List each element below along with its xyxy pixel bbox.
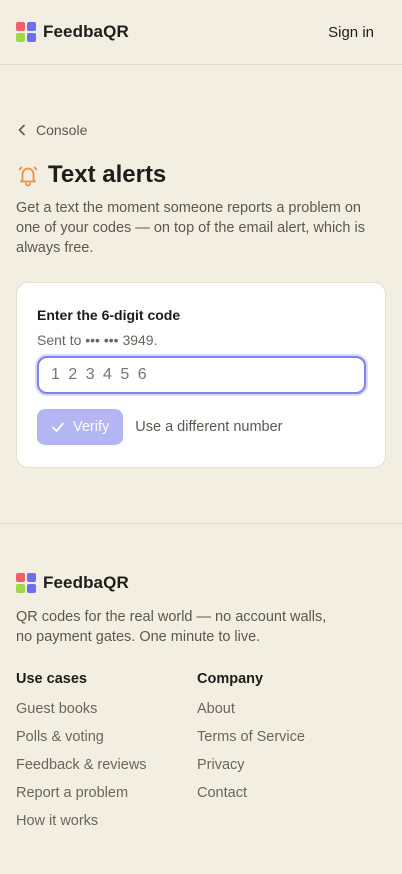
logo-icon [16, 22, 36, 42]
footer-link-guest-books[interactable]: Guest books [16, 699, 197, 719]
footer-column-heading: Use cases [16, 671, 87, 687]
footer-column-company: Company About Terms of Service Privacy C… [197, 671, 378, 831]
back-to-console-link[interactable]: Console [16, 122, 386, 138]
footer-tagline: QR codes for the real world — no account… [16, 607, 386, 647]
footer-brand: FeedbaQR [16, 573, 386, 593]
chevron-left-icon [18, 124, 25, 136]
logo-icon [16, 573, 36, 593]
bell-icon [18, 166, 38, 187]
footer-brand-name: FeedbaQR [43, 573, 129, 592]
verification-code-input[interactable] [37, 356, 366, 394]
page-description: Get a text the moment someone reports a … [16, 200, 365, 256]
site-footer: FeedbaQR QR codes for the real world — n… [0, 523, 402, 831]
verify-code-card: Enter the 6-digit code Sent to ••• ••• 3… [16, 282, 386, 468]
verify-button[interactable]: Verify [37, 409, 124, 445]
footer-link-report-problem[interactable]: Report a problem [16, 783, 197, 803]
card-heading: Enter the 6-digit code [37, 307, 181, 323]
footer-link-how-it-works[interactable]: How it works [16, 811, 197, 831]
footer-column-use-cases: Use cases Guest books Polls & voting Fee… [16, 671, 197, 831]
main-content: Console Text alerts Get a text the momen… [0, 122, 402, 468]
site-header: FeedbaQR Sign in [0, 0, 402, 65]
brand-name: FeedbaQR [43, 22, 129, 41]
footer-tagline-line: QR codes for the real world — no account… [16, 609, 327, 625]
footer-link-polls-voting[interactable]: Polls & voting [16, 727, 197, 747]
footer-tagline-line: no payment gates. One minute to live. [16, 629, 261, 645]
footer-link-about[interactable]: About [197, 699, 378, 719]
page-title-row: Text alerts [16, 161, 386, 189]
verify-label: Verify [73, 419, 110, 435]
footer-columns: Use cases Guest books Polls & voting Fee… [16, 671, 386, 831]
footer-column-heading: Company [197, 671, 264, 687]
check-icon [52, 422, 64, 432]
sent-to-text: Sent to ••• ••• 3949. [37, 332, 158, 348]
page-title: Text alerts [48, 161, 167, 188]
footer-link-contact[interactable]: Contact [197, 783, 378, 803]
use-different-number-link[interactable]: Use a different number [135, 419, 282, 435]
footer-link-privacy[interactable]: Privacy [197, 755, 378, 775]
sign-in-link[interactable]: Sign in [328, 24, 374, 41]
card-actions: Verify Use a different number [37, 409, 365, 445]
back-label: Console [36, 122, 88, 138]
footer-link-terms[interactable]: Terms of Service [197, 727, 378, 747]
footer-link-feedback-reviews[interactable]: Feedback & reviews [16, 755, 197, 775]
brand-logo-link[interactable]: FeedbaQR [16, 22, 129, 42]
